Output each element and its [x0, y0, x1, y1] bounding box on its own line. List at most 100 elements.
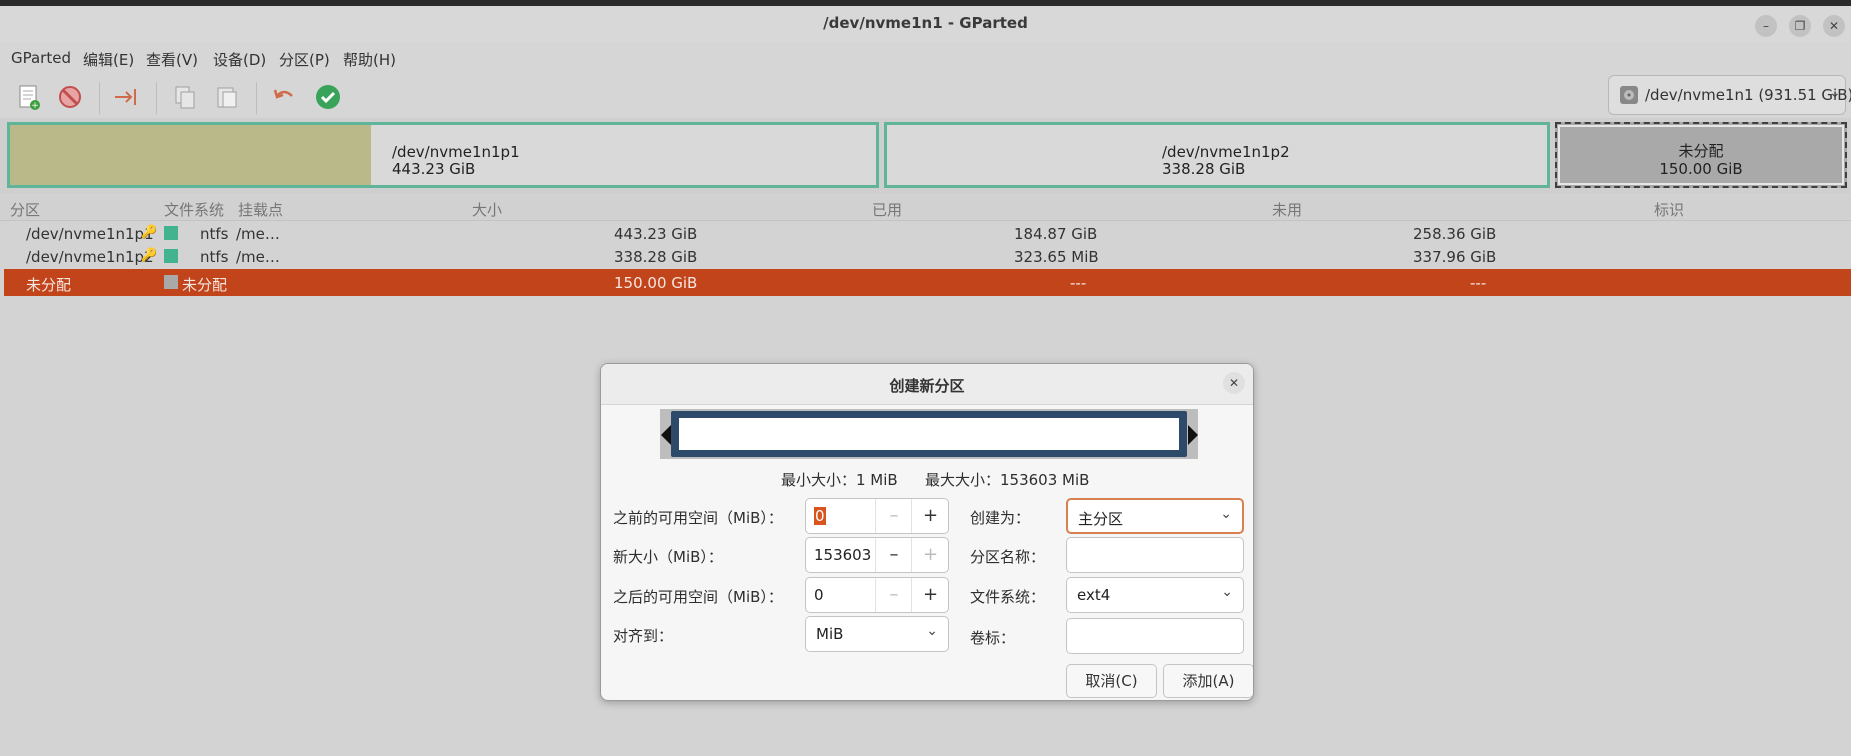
- new-size-value[interactable]: 153603: [814, 546, 871, 564]
- disk-map: /dev/nvme1n1p1 443.23 GiB /dev/nvme1n1p2…: [0, 118, 1851, 194]
- filesystem-select[interactable]: ext4 ⌄: [1066, 577, 1244, 613]
- free-after-spin[interactable]: 0 – +: [805, 577, 949, 613]
- cancel-button[interactable]: 取消(C): [1066, 664, 1157, 698]
- chevron-down-icon: ⌄: [1221, 584, 1233, 600]
- min-size-label: 最小大小：1 MiB: [781, 471, 898, 489]
- menu-edit[interactable]: 编辑(E): [83, 49, 134, 70]
- align-select[interactable]: MiB ⌄: [805, 616, 949, 652]
- increment-button[interactable]: +: [911, 538, 949, 572]
- new-size-label: 新大小（MiB）：: [613, 548, 723, 566]
- create-as-value: 主分区: [1078, 510, 1124, 528]
- cell-partition: /dev/nvme1n1p1: [26, 225, 154, 243]
- free-before-value[interactable]: 0: [814, 507, 826, 525]
- col-used[interactable]: 已用: [872, 199, 902, 220]
- decrement-button[interactable]: –: [875, 499, 912, 533]
- fs-color-swatch: [164, 249, 178, 263]
- free-before-spin[interactable]: 0 – +: [805, 498, 949, 534]
- left-handle-icon[interactable]: [661, 425, 671, 445]
- apply-icon[interactable]: [313, 82, 343, 112]
- disk-map-partition-1[interactable]: /dev/nvme1n1p1 443.23 GiB: [7, 122, 879, 188]
- filesystem-value: ext4: [1077, 586, 1111, 604]
- menu-gparted[interactable]: GParted: [11, 49, 71, 67]
- partition-name: 未分配: [1678, 142, 1724, 160]
- decrement-button[interactable]: –: [875, 578, 912, 612]
- cell-used: 323.65 MiB: [1014, 248, 1099, 266]
- title-bar: /dev/nvme1n1 - GParted – ❐ ✕: [0, 6, 1851, 42]
- cell-size: 338.28 GiB: [614, 248, 698, 266]
- used-space-bar: [10, 125, 371, 185]
- chevron-down-icon: ⌄: [1220, 506, 1232, 522]
- key-icon: 🔑: [141, 248, 158, 263]
- volume-label-field[interactable]: [1066, 618, 1244, 654]
- menu-help[interactable]: 帮助(H): [343, 49, 396, 70]
- device-select[interactable]: /dev/nvme1n1 (931.51 GiB) ⌄: [1608, 75, 1851, 115]
- cell-filesystem: ntfs: [200, 225, 229, 243]
- cell-size: 443.23 GiB: [614, 225, 698, 243]
- free-after-label: 之后的可用空间（MiB）：: [613, 588, 783, 606]
- increment-button[interactable]: +: [911, 499, 949, 533]
- new-partition-icon[interactable]: +: [14, 82, 44, 112]
- table-row[interactable]: /dev/nvme1n1p1 🔑 ntfs /me… 443.23 GiB 18…: [4, 222, 1851, 245]
- free-before-label: 之前的可用空间（MiB）：: [613, 509, 783, 527]
- col-size[interactable]: 大小: [472, 199, 502, 220]
- key-icon: 🔑: [141, 225, 158, 240]
- undo-icon[interactable]: [269, 82, 299, 112]
- partition-size: 338.28 GiB: [1162, 160, 1246, 178]
- free-after-value[interactable]: 0: [814, 586, 824, 604]
- svg-text:+: +: [31, 101, 39, 111]
- size-slider-fill: [679, 418, 1179, 450]
- menu-partition[interactable]: 分区(P): [279, 49, 330, 70]
- minimize-icon[interactable]: –: [1755, 15, 1777, 37]
- fs-color-swatch: [164, 226, 178, 240]
- max-size-label: 最大大小：153603 MiB: [925, 471, 1090, 489]
- toolbar-separator: [99, 82, 100, 114]
- volume-label-label: 卷标：: [970, 629, 1016, 647]
- add-button[interactable]: 添加(A): [1163, 664, 1253, 698]
- partition-table-header: 分区 文件系统 挂载点 大小 已用 未用 标识: [0, 196, 1851, 221]
- menu-device[interactable]: 设备(D): [213, 49, 266, 70]
- disk-icon: [1620, 86, 1638, 104]
- partition-name: /dev/nvme1n1p2: [1162, 143, 1290, 161]
- disk-map-unallocated[interactable]: 未分配 150.00 GiB: [1555, 122, 1847, 188]
- window-title: /dev/nvme1n1 - GParted: [823, 14, 1028, 32]
- filesystem-label: 文件系统：: [970, 588, 1046, 606]
- cell-used: ---: [1070, 274, 1087, 292]
- create-as-select[interactable]: 主分区 ⌄: [1066, 498, 1244, 534]
- col-filesystem[interactable]: 文件系统: [164, 199, 224, 220]
- dialog-title: 创建新分区: [889, 377, 965, 395]
- menu-view[interactable]: 查看(V): [146, 49, 198, 70]
- decrement-button[interactable]: –: [875, 538, 912, 572]
- cell-unused: 258.36 GiB: [1413, 225, 1497, 243]
- cell-partition: /dev/nvme1n1p2: [26, 248, 154, 266]
- delete-icon[interactable]: [55, 82, 85, 112]
- close-icon[interactable]: ✕: [1823, 15, 1845, 37]
- col-partition[interactable]: 分区: [10, 199, 40, 220]
- chevron-down-icon: ⌄: [1829, 85, 1841, 101]
- new-size-spin[interactable]: 153603 – +: [805, 537, 949, 573]
- cell-used: 184.87 GiB: [1014, 225, 1098, 243]
- cell-size: 150.00 GiB: [614, 274, 698, 292]
- close-icon[interactable]: ✕: [1223, 372, 1245, 394]
- create-as-label: 创建为：: [970, 509, 1031, 527]
- disk-map-partition-2[interactable]: /dev/nvme1n1p2 338.28 GiB: [884, 122, 1550, 188]
- increment-button[interactable]: +: [911, 578, 949, 612]
- resize-move-icon[interactable]: [111, 82, 141, 112]
- maximize-icon[interactable]: ❐: [1789, 15, 1811, 37]
- table-row[interactable]: /dev/nvme1n1p2 🔑 ntfs /me… 338.28 GiB 32…: [4, 245, 1851, 268]
- cell-partition: 未分配: [26, 276, 72, 294]
- device-select-label: /dev/nvme1n1 (931.51 GiB): [1645, 86, 1851, 104]
- table-row-selected[interactable]: 未分配 未分配 150.00 GiB --- ---: [4, 269, 1851, 296]
- toolbar: +: [0, 74, 1851, 118]
- col-unused[interactable]: 未用: [1272, 199, 1302, 220]
- cell-mountpoint: /me…: [236, 248, 280, 266]
- cell-unused: 337.96 GiB: [1413, 248, 1497, 266]
- col-flags[interactable]: 标识: [1654, 199, 1684, 220]
- col-mountpoint[interactable]: 挂载点: [238, 199, 283, 220]
- toolbar-separator: [256, 82, 257, 114]
- toolbar-separator: [156, 82, 157, 114]
- paste-icon[interactable]: [212, 82, 242, 112]
- partition-name-field[interactable]: [1066, 537, 1244, 573]
- copy-icon[interactable]: [170, 82, 200, 112]
- fs-color-swatch: [164, 275, 178, 289]
- right-handle-icon[interactable]: [1188, 425, 1198, 445]
